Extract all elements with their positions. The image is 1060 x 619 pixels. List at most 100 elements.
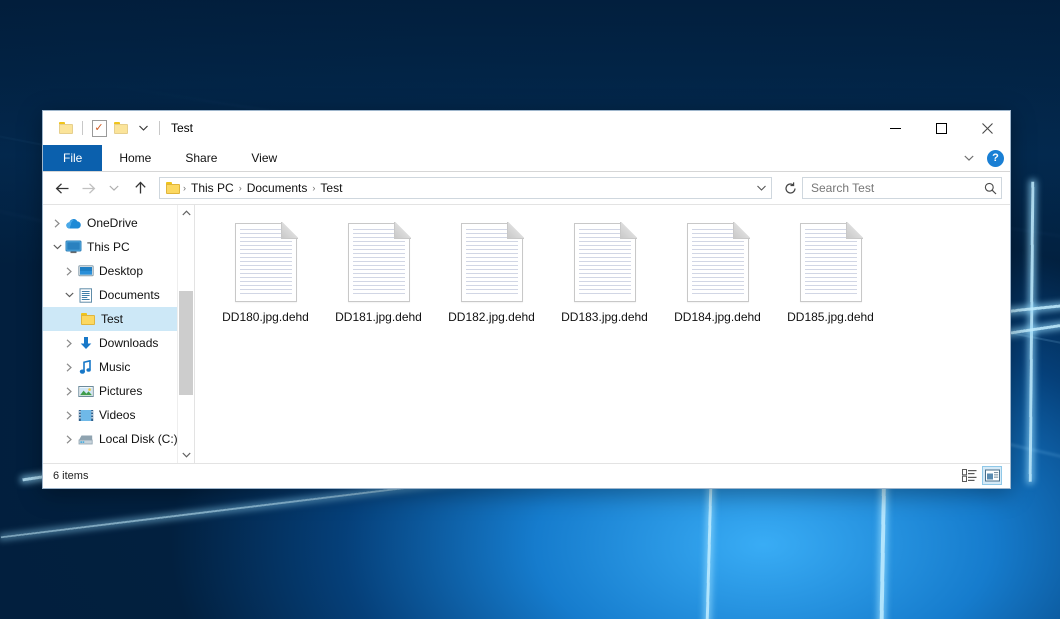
sidebar-item-desktop[interactable]: Desktop [43, 259, 194, 283]
chevron-down-icon[interactable] [132, 117, 154, 139]
chevron-down-icon[interactable] [49, 239, 65, 255]
sidebar-item-label: Local Disk (C:) [99, 432, 178, 446]
chevron-down-icon[interactable] [178, 447, 194, 463]
chevron-down-icon[interactable] [959, 148, 979, 168]
breadcrumb: › This PC › Documents › Test [164, 181, 753, 195]
minimize-button[interactable] [872, 111, 918, 145]
file-item[interactable]: DD182.jpg.dehd [435, 219, 548, 337]
sidebar-scrollbar[interactable] [177, 205, 194, 463]
sidebar-item-label: Videos [99, 408, 135, 422]
recent-locations-button[interactable] [101, 176, 127, 200]
file-name: DD184.jpg.dehd [674, 310, 761, 324]
sidebar-item-label: OneDrive [87, 216, 138, 230]
file-name: DD183.jpg.dehd [561, 310, 648, 324]
tab-home[interactable]: Home [102, 145, 168, 171]
folder-icon [79, 313, 96, 325]
sidebar-item-label: Test [101, 312, 123, 326]
documents-icon [77, 288, 94, 303]
file-item[interactable]: DD180.jpg.dehd [209, 219, 322, 337]
cloud-icon [65, 217, 82, 230]
search-box[interactable] [802, 177, 1002, 199]
window-controls [872, 111, 1010, 145]
quick-access-toolbar: ✓ Test [43, 111, 193, 145]
chevron-down-icon[interactable] [61, 287, 77, 303]
navigation-pane: OneDrive This PC [43, 205, 195, 463]
properties-checkmark-icon[interactable]: ✓ [88, 117, 110, 139]
file-name: DD185.jpg.dehd [787, 310, 874, 324]
refresh-button[interactable] [778, 176, 802, 200]
tab-file[interactable]: File [43, 145, 102, 171]
chevron-right-icon[interactable] [61, 335, 77, 351]
scrollbar-thumb[interactable] [179, 291, 193, 395]
forward-button[interactable] [75, 176, 101, 200]
chevron-right-icon[interactable] [61, 359, 77, 375]
file-item[interactable]: DD184.jpg.dehd [661, 219, 774, 337]
breadcrumb-item-documents[interactable]: Documents [243, 181, 312, 195]
file-item[interactable]: DD185.jpg.dehd [774, 219, 887, 337]
sidebar-item-onedrive[interactable]: OneDrive [43, 211, 194, 235]
file-name: DD182.jpg.dehd [448, 310, 535, 324]
sidebar-item-this-pc[interactable]: This PC [43, 235, 194, 259]
sidebar-item-videos[interactable]: Videos [43, 403, 194, 427]
ribbon-tabs: File Home Share View ? [43, 145, 1010, 172]
generic-file-icon [574, 223, 636, 302]
chevron-right-icon[interactable] [61, 383, 77, 399]
chevron-down-icon[interactable] [753, 178, 769, 198]
new-folder-icon[interactable] [110, 117, 132, 139]
navigation-bar: › This PC › Documents › Test [43, 172, 1010, 204]
file-list-pane[interactable]: DD180.jpg.dehd DD181.jpg.dehd [195, 205, 1010, 463]
generic-file-icon [235, 223, 297, 302]
file-grid: DD180.jpg.dehd DD181.jpg.dehd [195, 205, 1010, 337]
breadcrumb-item-this-pc[interactable]: This PC [187, 181, 238, 195]
desktop: ✓ Test [0, 0, 1060, 619]
search-icon[interactable] [984, 182, 997, 195]
chevron-right-icon[interactable] [61, 263, 77, 279]
sidebar-item-label: Desktop [99, 264, 143, 278]
back-button[interactable] [49, 176, 75, 200]
address-bar[interactable]: › This PC › Documents › Test [159, 177, 772, 199]
sidebar-item-label: This PC [87, 240, 130, 254]
search-input[interactable] [809, 180, 984, 196]
toolbar-separator [159, 121, 160, 135]
window-body: OneDrive This PC [43, 204, 1010, 463]
sidebar-item-pictures[interactable]: Pictures [43, 379, 194, 403]
music-icon [77, 360, 94, 375]
sidebar-item-music[interactable]: Music [43, 355, 194, 379]
file-item[interactable]: DD181.jpg.dehd [322, 219, 435, 337]
folder-icon[interactable] [55, 117, 77, 139]
file-name: DD180.jpg.dehd [222, 310, 309, 324]
monitor-icon [65, 240, 82, 254]
downloads-icon [77, 336, 94, 351]
generic-file-icon [687, 223, 749, 302]
chevron-right-icon[interactable] [49, 215, 65, 231]
large-icons-view-icon[interactable] [982, 466, 1002, 485]
sidebar-item-test[interactable]: Test [43, 307, 194, 331]
breadcrumb-item-test[interactable]: Test [316, 181, 346, 195]
tab-share[interactable]: Share [168, 145, 234, 171]
status-bar: 6 items [43, 463, 1010, 488]
ribbon-right-controls: ? [959, 145, 1004, 171]
chevron-right-icon[interactable] [61, 407, 77, 423]
help-button[interactable]: ? [987, 150, 1004, 167]
tab-view[interactable]: View [234, 145, 294, 171]
sidebar-item-documents[interactable]: Documents [43, 283, 194, 307]
folder-tree: OneDrive This PC [43, 205, 194, 451]
maximize-button[interactable] [918, 111, 964, 145]
details-view-icon[interactable] [959, 466, 979, 485]
chevron-up-icon[interactable] [178, 205, 194, 221]
generic-file-icon [348, 223, 410, 302]
videos-icon [77, 409, 94, 422]
sidebar-item-label: Music [99, 360, 130, 374]
breadcrumb-folder-icon[interactable] [164, 182, 182, 194]
chevron-right-icon[interactable] [61, 431, 77, 447]
drive-icon [77, 433, 94, 446]
file-explorer-window: ✓ Test [42, 110, 1011, 489]
up-button[interactable] [127, 176, 153, 200]
desktop-icon [77, 265, 94, 278]
generic-file-icon [800, 223, 862, 302]
file-item[interactable]: DD183.jpg.dehd [548, 219, 661, 337]
sidebar-item-downloads[interactable]: Downloads [43, 331, 194, 355]
toolbar-separator [82, 121, 83, 135]
sidebar-item-local-disk-c[interactable]: Local Disk (C:) [43, 427, 194, 451]
close-button[interactable] [964, 111, 1010, 145]
